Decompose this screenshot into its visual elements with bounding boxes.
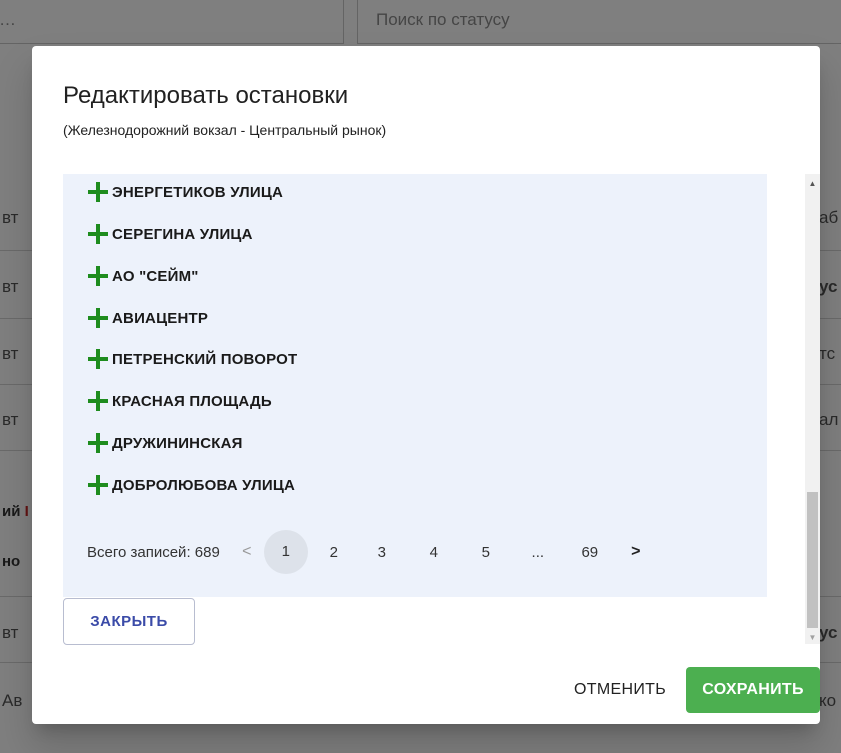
page-ellipsis: ... [531,543,545,561]
scroll-up-arrow-icon[interactable]: ▲ [805,178,820,190]
cancel-button[interactable]: ОТМЕНИТЬ [554,670,686,710]
dialog-subtitle: (Железнодорожний вокзал - Центральный ры… [63,122,387,138]
stop-name: КРАСНАЯ ПЛОЩАДЬ [112,392,272,410]
stop-item[interactable]: ЭНЕРГЕТИКОВ УЛИЦА [87,179,283,205]
plus-icon[interactable] [87,432,109,454]
dialog-title: Редактировать остановки [63,82,349,109]
page-button[interactable]: 5 [460,544,512,561]
next-page-button[interactable]: > [616,543,656,561]
dialog-scroll-content[interactable]: ЭНЕРГЕТИКОВ УЛИЦА СЕРЕГИНА УЛИЦА АО "СЕЙ… [63,174,820,644]
prev-page-button[interactable]: < [234,543,260,561]
stop-item[interactable]: АВИАЦЕНТР [87,305,208,331]
stop-name: ПЕТРЕНСКИЙ ПОВОРОТ [112,350,298,368]
stop-name: ЭНЕРГЕТИКОВ УЛИЦА [112,183,284,201]
edit-stops-dialog: Редактировать остановки (Железнодорожний… [32,46,820,724]
stop-name: АВИАЦЕНТР [112,309,209,327]
page-button[interactable]: 69 [564,544,616,561]
close-button[interactable]: ЗАКРЫТЬ [63,598,195,645]
page-button[interactable]: 4 [408,544,460,561]
plus-icon[interactable] [87,474,109,496]
dialog-scrollbar[interactable]: ▲ ▼ [805,174,820,644]
page-current[interactable]: 1 [263,530,308,574]
dialog-actions: ОТМЕНИТЬ СОХРАНИТЬ [554,666,820,714]
page-button[interactable]: 3 [356,544,408,561]
total-records-label: Всего записей: 689 [87,543,220,561]
stops-list-panel: ЭНЕРГЕТИКОВ УЛИЦА СЕРЕГИНА УЛИЦА АО "СЕЙ… [63,174,767,597]
plus-icon[interactable] [87,265,109,287]
plus-icon[interactable] [87,390,109,412]
stop-item[interactable]: ДРУЖИНИНСКАЯ [87,430,243,456]
stop-name: АО "СЕЙМ" [112,267,199,285]
plus-icon[interactable] [87,307,109,329]
pagination: Всего записей: 689 < 1 2 3 4 5 ... 69 > [87,530,656,574]
stop-item[interactable]: ДОБРОЛЮБОВА УЛИЦА [87,472,295,498]
scroll-down-arrow-icon[interactable]: ▼ [805,632,820,644]
page-button[interactable]: 2 [312,544,356,561]
plus-icon[interactable] [87,181,109,203]
stop-name: ДОБРОЛЮБОВА УЛИЦА [112,476,296,494]
save-button[interactable]: СОХРАНИТЬ [686,667,820,713]
plus-icon[interactable] [87,223,109,245]
scrollbar-thumb[interactable] [807,492,818,628]
plus-icon[interactable] [87,348,109,370]
stop-name: ДРУЖИНИНСКАЯ [112,434,243,452]
stop-name: СЕРЕГИНА УЛИЦА [112,225,253,243]
stop-item[interactable]: СЕРЕГИНА УЛИЦА [87,221,253,247]
stop-item[interactable]: АО "СЕЙМ" [87,263,199,289]
stop-item[interactable]: ПЕТРЕНСКИЙ ПОВОРОТ [87,346,297,372]
stop-item[interactable]: КРАСНАЯ ПЛОЩАДЬ [87,388,272,414]
